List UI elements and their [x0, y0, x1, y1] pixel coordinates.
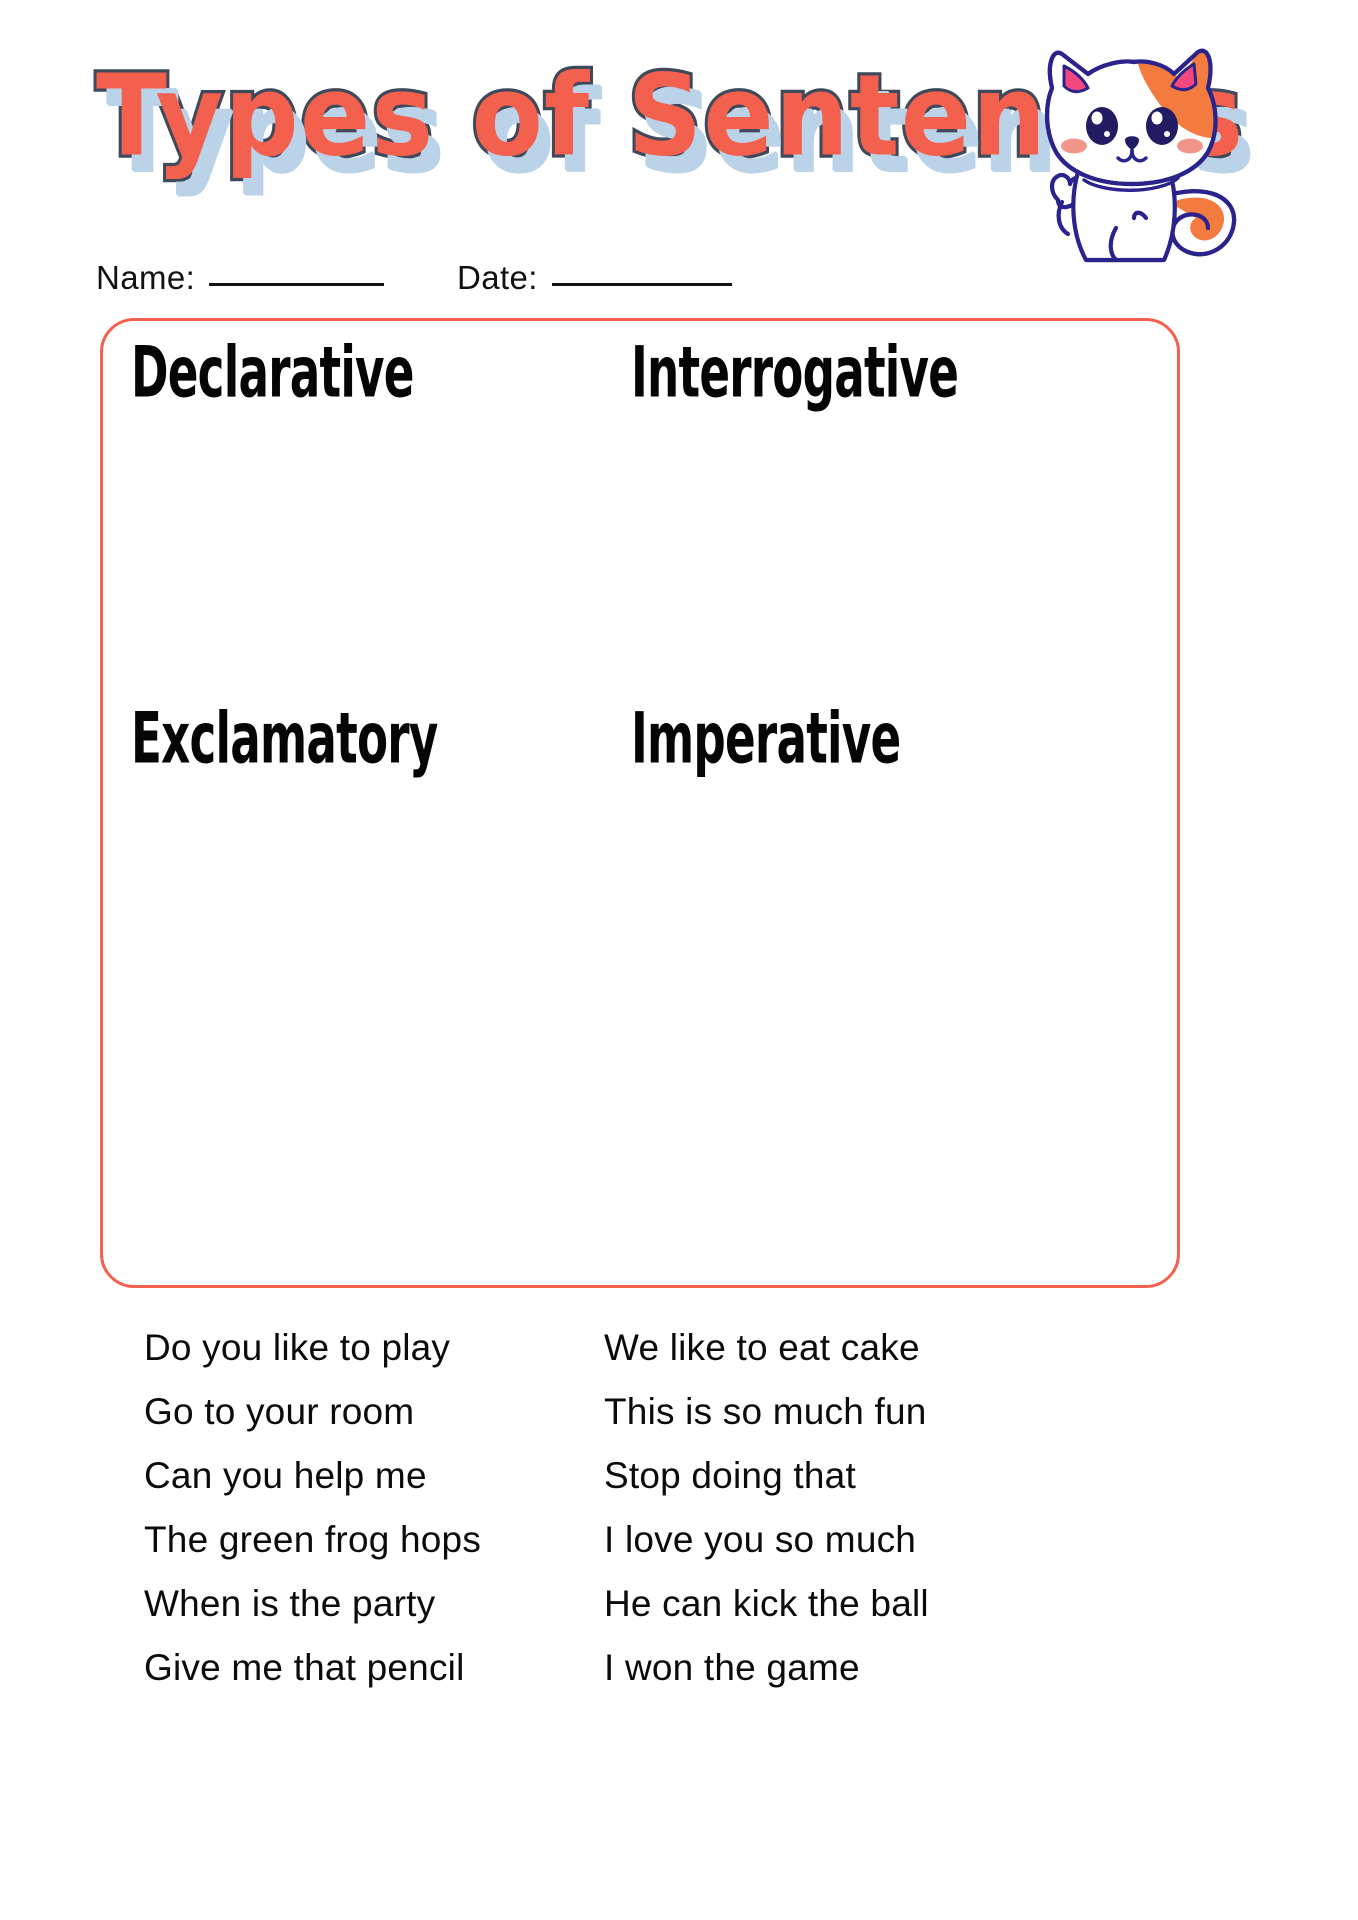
name-input[interactable] [209, 282, 385, 286]
list-item[interactable]: Go to your room [144, 1380, 614, 1444]
name-date-row: Name: Date: [96, 258, 1096, 304]
quadrant-label-declarative: Declarative [131, 330, 414, 414]
list-item[interactable]: Do you like to play [144, 1316, 614, 1380]
list-item[interactable]: I love you so much [604, 1508, 1074, 1572]
name-label: Name: [96, 259, 196, 296]
list-item[interactable]: When is the party [144, 1572, 614, 1636]
list-item[interactable]: We like to eat cake [604, 1316, 1074, 1380]
page-title: Types of Sentences [93, 47, 1246, 185]
quadrant-exclamatory[interactable]: Exclamatory [131, 693, 631, 1173]
list-item[interactable]: He can kick the ball [604, 1572, 1074, 1636]
quadrant-label-interrogative: Interrogative [631, 330, 959, 414]
cat-illustration [1012, 22, 1252, 272]
list-item[interactable]: Can you help me [144, 1444, 614, 1508]
worksheet-page: Types of Sentences Name: Date: Declarati… [0, 0, 1358, 1920]
list-item[interactable]: Give me that pencil [144, 1636, 614, 1700]
word-bank: Do you like to play Go to your room Can … [96, 1316, 1276, 1896]
date-label: Date: [457, 259, 538, 296]
date-input[interactable] [551, 282, 732, 286]
quadrant-label-exclamatory: Exclamatory [131, 696, 438, 780]
sorting-box[interactable]: Declarative Interrogative Exclamatory Im… [100, 318, 1180, 1288]
worksheet-header: Types of Sentences Name: Date: [0, 0, 1358, 300]
list-item[interactable]: Stop doing that [604, 1444, 1074, 1508]
word-bank-left-column: Do you like to play Go to your room Can … [144, 1316, 614, 1700]
date-field-group: Date: [457, 258, 732, 298]
list-item[interactable]: The green frog hops [144, 1508, 614, 1572]
quadrant-imperative[interactable]: Imperative [631, 693, 1131, 1173]
list-item[interactable]: This is so much fun [604, 1380, 1074, 1444]
list-item[interactable]: I won the game [604, 1636, 1074, 1700]
quadrant-label-imperative: Imperative [631, 696, 901, 780]
name-field-group: Name: [96, 258, 385, 298]
word-bank-right-column: We like to eat cake This is so much fun … [604, 1316, 1074, 1700]
